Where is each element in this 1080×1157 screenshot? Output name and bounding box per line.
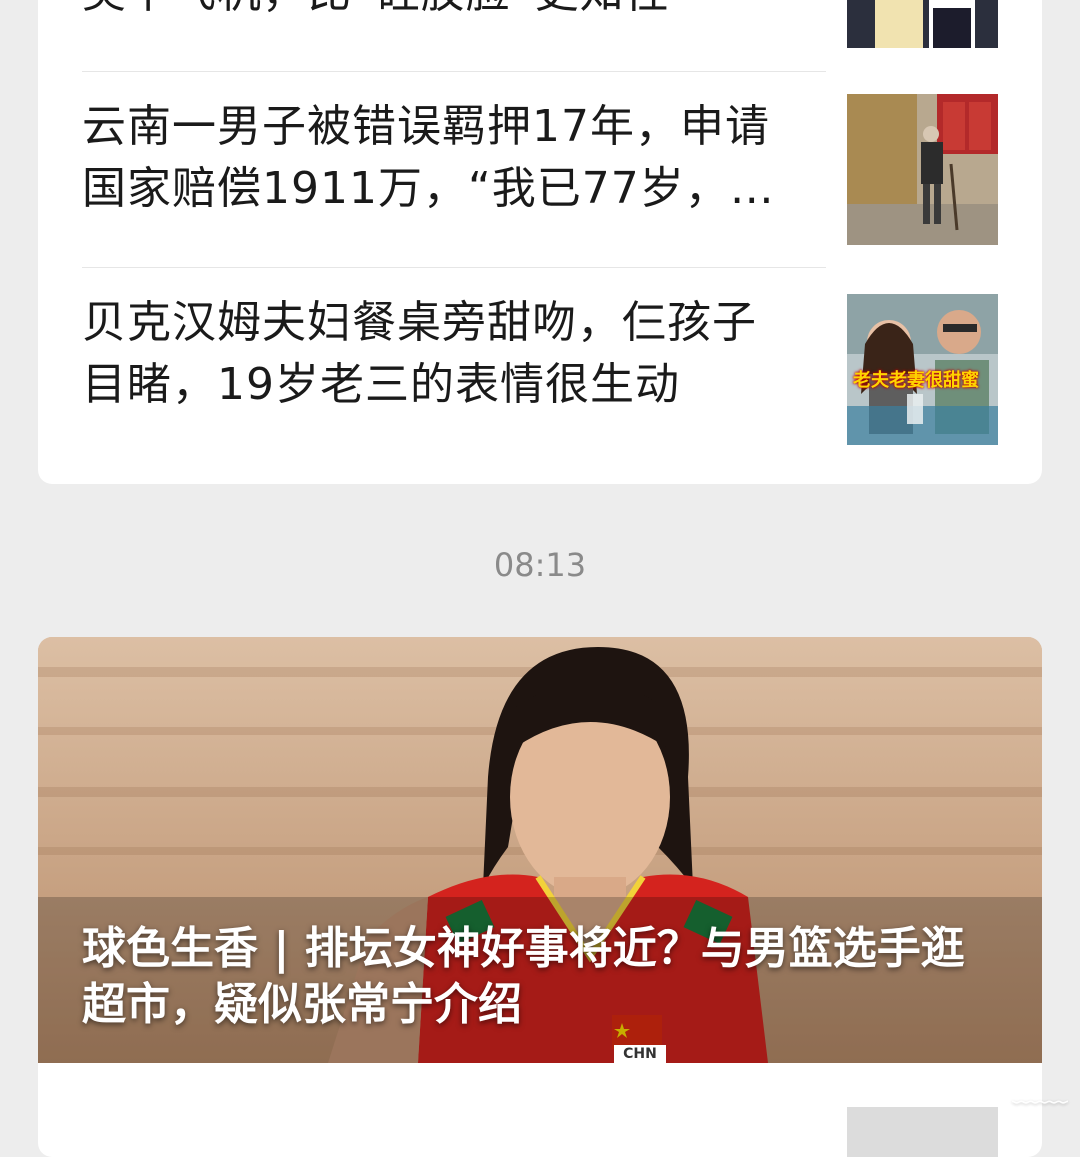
old-man-walking-thumbnail-icon	[847, 94, 998, 245]
next-article-thumbnail-icon	[847, 1107, 998, 1157]
article-title: 云南一男子被错误羁押17年，申请国家赔偿1911万，“我已77岁，…	[82, 101, 775, 214]
women-photo-thumbnail-icon	[847, 0, 998, 48]
article-item[interactable]: 贝克汉姆夫妇餐桌旁甜吻，仨孩子目睹，19岁老三的表情很生动 老夫老妻很甜蜜	[82, 294, 998, 464]
jersey-label: CHN	[614, 1045, 666, 1063]
timestamp: 08:13	[493, 546, 587, 584]
article-item[interactable]: 云南一男子被错误羁押17年，申请国家赔偿1911万，“我已77岁，…	[82, 94, 998, 268]
article-item[interactable]: 美下飞机，比“硅胶脸”更知性	[82, 0, 998, 50]
watermark-icon: ﹏﹏	[1011, 1075, 1068, 1108]
divider	[82, 267, 826, 268]
feature-title: 球色生香 | 排坛女神好事将近？与男篮选手逛超市，疑似张常宁介绍	[82, 923, 965, 1030]
article-title: 贝克汉姆夫妇餐桌旁甜吻，仨孩子目睹，19岁老三的表情很生动	[82, 297, 757, 410]
article-title: 美下飞机，比“硅胶脸”更知性	[82, 0, 782, 24]
divider	[82, 71, 826, 72]
feature-article-card[interactable]: CHN 球色生香 | 排坛女神好事将近？与男篮选手逛超市，疑似张常宁介绍	[38, 637, 1042, 1157]
article-card: 美下飞机，比“硅胶脸”更知性 云南一男子被错误羁押17年，申请国家赔偿1911万…	[38, 0, 1042, 484]
volleyball-player-photo-icon: CHN 球色生香 | 排坛女神好事将近？与男篮选手逛超市，疑似张常宁介绍	[38, 637, 1042, 1063]
beckham-couple-thumbnail-icon: 老夫老妻很甜蜜	[847, 294, 998, 445]
thumbnail-caption: 老夫老妻很甜蜜	[853, 370, 979, 391]
